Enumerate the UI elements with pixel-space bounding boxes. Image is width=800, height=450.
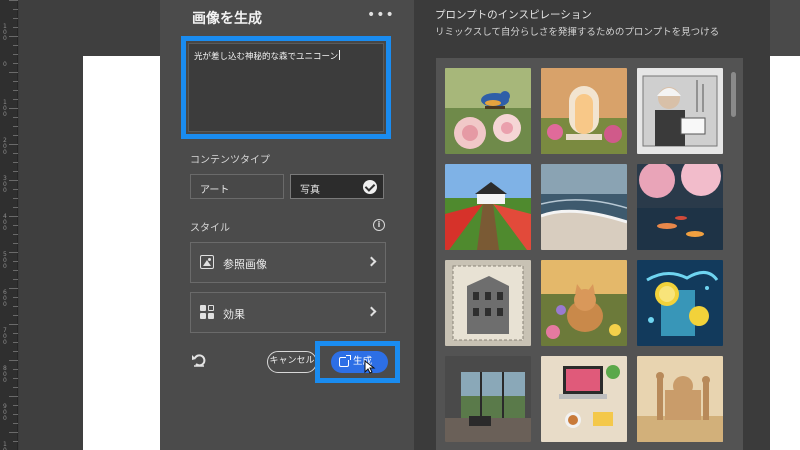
thumbnail-cherry-blossom-pond[interactable] xyxy=(637,164,723,250)
thumbnail-lemon-splash[interactable] xyxy=(637,260,723,346)
document-canvas-right[interactable] xyxy=(770,56,800,450)
inspiration-title: プロンプトのインスピレーション xyxy=(435,9,592,21)
thumbnail-old-man-reading[interactable] xyxy=(637,68,723,154)
checkmark-icon xyxy=(363,180,377,194)
prompt-text: 光が差し込む神秘的な森でユニコーン xyxy=(194,52,339,62)
gallery-scroll-thumb[interactable] xyxy=(731,72,736,117)
thumbnail-tulip-field-house[interactable] xyxy=(445,164,531,250)
ruler-tick xyxy=(0,171,18,172)
text-caret xyxy=(339,50,341,60)
prompt-inspiration-panel: プロンプトのインスピレーション リミックスして自分らしさを発揮するためのプロンプ… xyxy=(414,0,770,450)
cancel-button[interactable]: キャンセル xyxy=(267,351,317,373)
ruler-tick xyxy=(0,270,18,271)
effects-label: 効果 xyxy=(223,308,245,321)
inspiration-subtitle: リミックスして自分らしさを発揮するためのプロンプトを見つける xyxy=(435,27,720,38)
thumbnail-desert-palace[interactable] xyxy=(637,356,723,442)
ruler-tick xyxy=(0,351,18,352)
ruler-label: 1000 xyxy=(3,441,7,450)
ruler-tick xyxy=(0,198,18,199)
effects-button[interactable]: 効果 xyxy=(190,292,386,333)
generate-icon xyxy=(339,355,351,367)
ruler-tick xyxy=(0,315,18,316)
image-icon xyxy=(200,255,214,269)
content-type-art-button[interactable]: アート xyxy=(190,174,284,199)
document-canvas[interactable] xyxy=(83,56,160,450)
content-type-photo-label: 写真 xyxy=(300,185,320,196)
ruler-label: 100 xyxy=(3,23,7,42)
ruler-tick xyxy=(0,396,18,397)
thumbnail-desk-laptop[interactable] xyxy=(541,356,627,442)
ruler-label: 500 xyxy=(3,251,7,270)
ruler-tick xyxy=(0,423,18,424)
mouse-cursor-icon xyxy=(364,360,376,374)
effects-icon xyxy=(200,305,214,319)
ruler-tick xyxy=(0,387,18,388)
reference-image-button[interactable]: 参照画像 xyxy=(190,242,386,283)
ruler-label: 900 xyxy=(3,403,7,422)
ruler-tick xyxy=(0,54,18,55)
style-label: スタイル xyxy=(190,223,230,234)
vertical-ruler: 10001002003004005006007008009001000 xyxy=(0,0,18,450)
reset-icon[interactable] xyxy=(191,352,207,368)
chevron-right-icon xyxy=(366,256,377,267)
thumbnail-beach-waves[interactable] xyxy=(541,164,627,250)
panel-title: 画像を生成 xyxy=(192,11,262,27)
ruler-label: 400 xyxy=(3,213,7,232)
inspiration-gallery xyxy=(436,58,743,450)
chevron-right-icon xyxy=(366,306,377,317)
ruler-label: 700 xyxy=(3,327,7,346)
ruler-tick xyxy=(0,45,18,46)
ruler-tick xyxy=(0,126,18,127)
ruler-tick xyxy=(0,0,18,1)
ruler-tick xyxy=(0,324,18,325)
generate-image-panel: 画像を生成 ••• 光が差し込む神秘的な森でユニコーン コンテンツタイプ アート… xyxy=(160,0,414,450)
ruler-label: 0 xyxy=(3,61,7,68)
ruler-tick xyxy=(0,432,18,433)
ruler-tick xyxy=(0,135,18,136)
thumbnail-vintage-building-stamp[interactable] xyxy=(445,260,531,346)
thumbnail-cat-in-flowers[interactable] xyxy=(541,260,627,346)
ruler-tick xyxy=(0,9,18,10)
content-type-label: コンテンツタイプ xyxy=(190,155,270,166)
ruler-tick xyxy=(0,162,18,163)
ruler-tick xyxy=(0,72,18,73)
generate-button[interactable]: 生成 xyxy=(331,351,388,373)
prompt-input[interactable]: 光が差し込む神秘的な森でユニコーン xyxy=(188,43,384,132)
thumbnail-garden-arch[interactable] xyxy=(541,68,627,154)
ruler-label: 200 xyxy=(3,137,7,156)
gallery-scrollbar[interactable] xyxy=(729,70,737,440)
ruler-tick xyxy=(0,360,18,361)
info-icon[interactable]: i xyxy=(373,219,385,231)
thumbnail-modern-interior[interactable] xyxy=(445,356,531,442)
more-horizontal-icon[interactable]: ••• xyxy=(367,8,394,22)
ruler-tick xyxy=(0,234,18,235)
ruler-tick xyxy=(0,279,18,280)
prompt-highlight: 光が差し込む神秘的な森でユニコーン xyxy=(181,36,391,139)
reference-image-label: 参照画像 xyxy=(223,258,267,271)
ruler-tick xyxy=(0,90,18,91)
ruler-tick xyxy=(0,207,18,208)
ruler-tick xyxy=(0,81,18,82)
content-type-photo-button[interactable]: 写真 xyxy=(290,174,384,199)
content-type-art-label: アート xyxy=(200,185,230,196)
ruler-label: 800 xyxy=(3,365,7,384)
thumbnail-bird-on-roses[interactable] xyxy=(445,68,531,154)
ruler-tick xyxy=(0,243,18,244)
ruler-label: 600 xyxy=(3,289,7,308)
ruler-label: 100 xyxy=(3,99,7,118)
ruler-tick xyxy=(0,18,18,19)
ruler-label: 300 xyxy=(3,175,7,194)
